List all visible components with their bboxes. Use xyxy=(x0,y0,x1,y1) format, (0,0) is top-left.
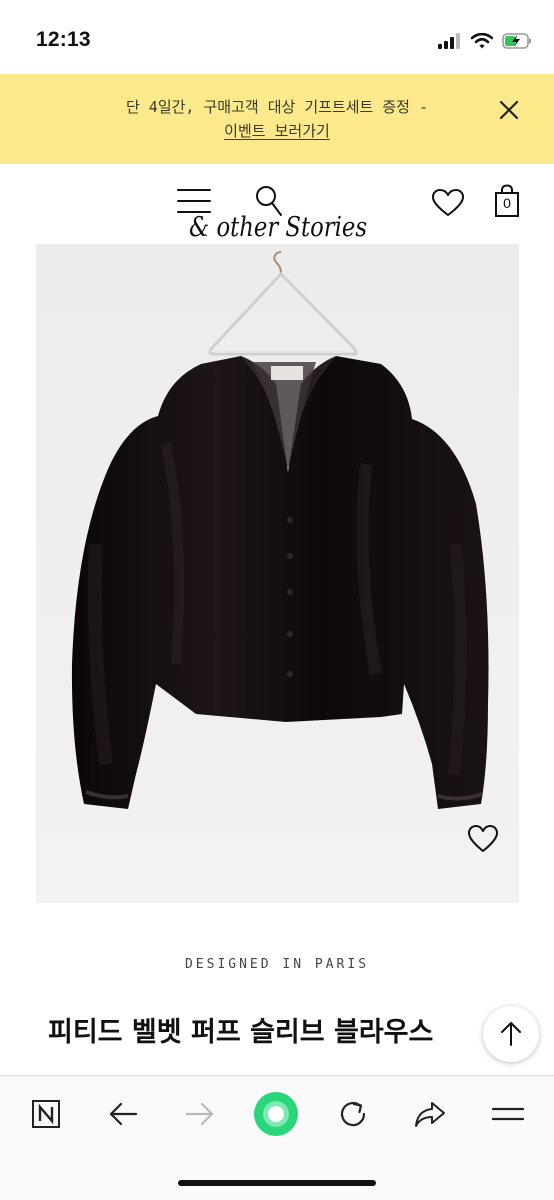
back-button[interactable] xyxy=(103,1094,143,1134)
share-icon xyxy=(415,1102,445,1127)
arrow-up-icon xyxy=(501,1022,521,1046)
back-arrow-icon xyxy=(109,1102,138,1126)
status-bar: 12:13 xyxy=(0,0,554,74)
close-icon[interactable] xyxy=(498,99,520,121)
green-home-icon xyxy=(254,1092,298,1136)
more-menu-button[interactable] xyxy=(488,1094,528,1134)
promo-banner: 단 4일간, 구매고객 대상 기프트세트 증정 - 이벤트 보러가기 xyxy=(0,74,554,164)
brand-logo[interactable]: & other Stories xyxy=(186,208,370,248)
heart-icon[interactable] xyxy=(467,824,499,854)
product-photo xyxy=(36,244,519,903)
forward-arrow-icon xyxy=(185,1102,214,1126)
home-indicator[interactable] xyxy=(178,1180,376,1186)
home-button[interactable] xyxy=(252,1090,300,1138)
naver-n-icon xyxy=(32,1100,60,1128)
product-image[interactable] xyxy=(36,244,519,903)
promo-text: 단 4일간, 구매고객 대상 기프트세트 증정 - xyxy=(125,98,429,116)
logo-text: & other Stories xyxy=(189,212,367,243)
reload-button[interactable] xyxy=(333,1094,373,1134)
share-button[interactable] xyxy=(410,1094,450,1134)
status-time: 12:13 xyxy=(36,28,91,51)
designed-label: DESIGNED IN PARIS xyxy=(184,957,370,972)
menu-icon xyxy=(492,1107,524,1121)
scroll-to-top-button[interactable] xyxy=(483,1006,539,1062)
reload-icon xyxy=(340,1101,366,1127)
signal-icon xyxy=(438,33,460,49)
promo-link-row: 이벤트 보러가기 xyxy=(0,120,554,141)
bag-count: 0 xyxy=(503,195,511,211)
status-icons xyxy=(438,30,532,52)
forward-button[interactable] xyxy=(180,1094,220,1134)
site-header: & other Stories 0 xyxy=(0,164,554,244)
shopping-bag-button[interactable]: 0 xyxy=(494,184,520,218)
heart-icon[interactable] xyxy=(431,188,465,218)
battery-charging-icon xyxy=(502,33,531,49)
promo-event-link[interactable]: 이벤트 보러가기 xyxy=(224,122,330,140)
wifi-icon xyxy=(471,33,493,49)
naver-button[interactable] xyxy=(26,1094,66,1134)
product-title: 피티드 벨벳 퍼프 슬리브 블라우스 xyxy=(48,1017,434,1048)
